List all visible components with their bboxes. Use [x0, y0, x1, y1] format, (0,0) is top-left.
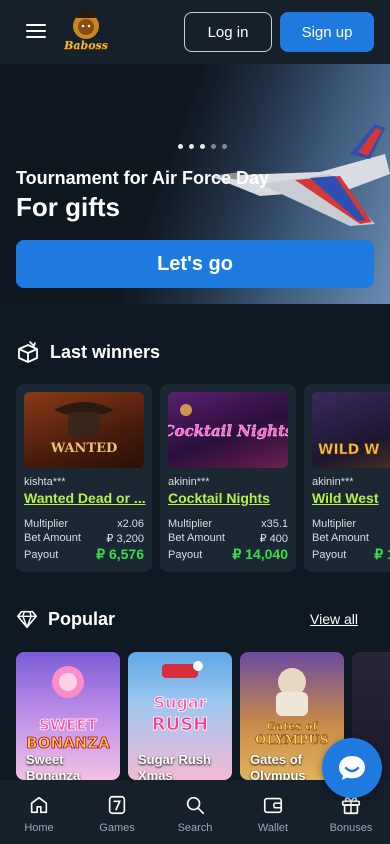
- multiplier-label: Multiplier: [168, 518, 213, 530]
- nav-search[interactable]: Search: [156, 780, 234, 844]
- hero-title: For gifts: [16, 192, 120, 222]
- svg-text:Cocktail Nights: Cocktail Nights: [168, 422, 288, 440]
- carousel-dot[interactable]: [189, 144, 194, 149]
- payout-row: Payout ₽ 14,040: [168, 546, 288, 563]
- signup-button[interactable]: Sign up: [280, 12, 374, 52]
- svg-text:RUSH: RUSH: [152, 714, 209, 735]
- multiplier-label: Multiplier: [24, 518, 69, 530]
- game-art: Cocktail Nights: [168, 404, 288, 440]
- view-all-link[interactable]: View all: [310, 611, 358, 627]
- bet-label: Bet Amount: [24, 532, 81, 544]
- diamond-icon: [17, 610, 37, 629]
- home-icon: [30, 796, 48, 814]
- multiplier-row: Multiplier x35.1: [168, 518, 288, 530]
- multiplier-value: x2.06: [117, 518, 144, 530]
- search-icon: [186, 796, 205, 815]
- winner-game-link[interactable]: Wild West: [312, 490, 390, 506]
- carousel-dots[interactable]: [178, 144, 227, 149]
- winner-card[interactable]: WANTED kishta*** Wanted Dead or ... Mult…: [16, 384, 152, 572]
- last-winners-title: Last winners: [50, 341, 161, 362]
- payout-row: Payout ₽ 6,576: [24, 546, 144, 563]
- game-thumbnail[interactable]: WANTED: [24, 392, 144, 468]
- winners-carousel[interactable]: WANTED kishta*** Wanted Dead or ... Mult…: [16, 384, 390, 574]
- bet-label: Bet Amount: [312, 532, 369, 544]
- payout-value: ₽ 6,576: [96, 546, 144, 562]
- svg-text:WILD W: WILD W: [318, 442, 380, 458]
- svg-text:Sugar: Sugar: [153, 693, 206, 712]
- chat-button[interactable]: [322, 738, 382, 798]
- nav-label: Wallet: [257, 822, 289, 834]
- payout-label: Payout: [168, 548, 203, 561]
- game-title: Sugar Rush Xmas: [138, 752, 211, 780]
- carousel-dot[interactable]: [222, 144, 227, 149]
- winner-card[interactable]: Cocktail Nights akinin*** Cocktail Night…: [160, 384, 296, 572]
- brand-logo[interactable]: Baboss: [64, 10, 108, 52]
- svg-text:SWEET: SWEET: [39, 716, 98, 734]
- nav-games[interactable]: Games: [78, 780, 156, 844]
- popular-title: Popular: [48, 608, 116, 629]
- multiplier-row: Multiplier: [312, 518, 390, 530]
- winner-game-link[interactable]: Wanted Dead or ...: [24, 490, 146, 506]
- multiplier-value: x35.1: [261, 518, 288, 530]
- bet-row: Bet Amount ₽ 400: [168, 532, 288, 545]
- winner-username: akinin***: [168, 476, 210, 488]
- game-card[interactable]: Sugar RUSH Sugar Rush Xmas: [128, 652, 232, 780]
- carousel-dot[interactable]: [200, 144, 205, 149]
- lets-go-button[interactable]: Let's go: [16, 240, 374, 288]
- bet-row: Bet Amount: [312, 532, 390, 544]
- slot-seven-icon: [108, 795, 126, 815]
- game-title: Gates of Olympus: [250, 752, 306, 780]
- wallet-icon: [263, 797, 283, 814]
- winner-username: akinin***: [312, 476, 354, 488]
- game-art: WILD W: [318, 442, 380, 459]
- game-art: WANTED: [50, 402, 118, 456]
- nav-label: Search: [177, 822, 213, 834]
- logo-text: Baboss: [64, 39, 108, 52]
- popular-heading: Popular: [16, 608, 115, 630]
- payout-row: Payout ₽ 1: [312, 546, 390, 563]
- carousel-dot[interactable]: [211, 144, 216, 149]
- svg-text:OLYMPUS: OLYMPUS: [255, 733, 329, 748]
- winner-username: kishta***: [24, 476, 66, 488]
- multiplier-row: Multiplier x2.06: [24, 518, 144, 530]
- game-card[interactable]: SWEET BONANZA Sweet Bonanza: [16, 652, 120, 780]
- bet-row: Bet Amount ₽ 3,200: [24, 532, 144, 545]
- payout-value: ₽ 14,040: [232, 546, 288, 562]
- carousel-dot[interactable]: [178, 144, 183, 149]
- login-button[interactable]: Log in: [184, 12, 272, 52]
- game-thumbnail[interactable]: WILD W: [312, 392, 390, 468]
- svg-text:WANTED: WANTED: [50, 441, 118, 456]
- payout-value: ₽ 1: [374, 546, 390, 562]
- menu-icon[interactable]: [26, 22, 46, 40]
- svg-text:Gates of: Gates of: [267, 720, 319, 733]
- nav-label: Home: [24, 822, 54, 834]
- svg-text:BONANZA: BONANZA: [26, 734, 110, 752]
- nav-label: Games: [99, 822, 135, 834]
- winner-game-link[interactable]: Cocktail Nights: [168, 490, 290, 506]
- nav-wallet[interactable]: Wallet: [234, 780, 312, 844]
- game-title: Sweet Bonanza: [26, 752, 81, 780]
- winner-card[interactable]: WILD W akinin*** Wild West Multiplier Be…: [304, 384, 390, 572]
- multiplier-label: Multiplier: [312, 518, 357, 530]
- game-thumbnail[interactable]: Cocktail Nights: [168, 392, 288, 468]
- last-winners-heading: Last winners: [16, 340, 160, 364]
- open-box-icon: [18, 341, 38, 363]
- chat-bubble-icon: [339, 756, 365, 780]
- nav-label: Bonuses: [329, 822, 373, 834]
- payout-label: Payout: [312, 548, 347, 561]
- nav-home[interactable]: Home: [0, 780, 78, 844]
- payout-label: Payout: [24, 548, 59, 561]
- bet-value: ₽ 400: [259, 533, 288, 545]
- hero-subtitle: Tournament for Air Force Day: [16, 168, 270, 188]
- top-header: Baboss Log in Sign up: [0, 0, 390, 64]
- bet-value: ₽ 3,200: [106, 533, 144, 545]
- bet-label: Bet Amount: [168, 532, 225, 544]
